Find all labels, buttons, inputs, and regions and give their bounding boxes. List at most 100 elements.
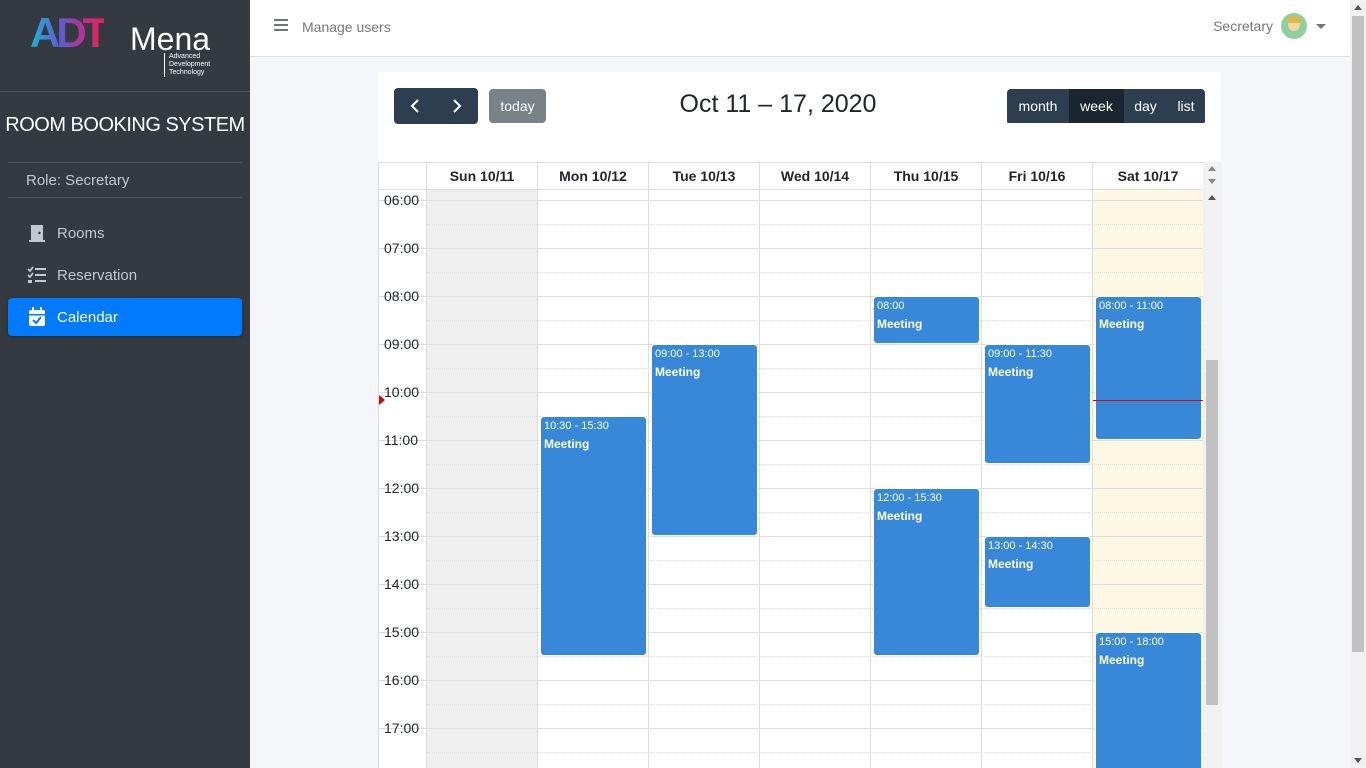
time-label: 11:00 [384, 432, 418, 448]
time-label: 15:00 [384, 624, 420, 640]
hour-line [379, 200, 1203, 201]
day-header[interactable]: Sat 10/17 [1093, 162, 1204, 190]
day-column[interactable] [871, 190, 982, 768]
header-scroll-down-icon [1208, 179, 1216, 184]
event-title: Meeting [988, 365, 1034, 379]
time-label: 09:00 [384, 336, 420, 352]
hour-line [379, 488, 1203, 489]
time-grid-body[interactable]: 06:00 07:00 08:00 09:00 10:00 11:00 12:00 13:00… [379, 190, 1203, 768]
sidebar-item-label: Calendar [57, 308, 118, 326]
event-time: 15:00 - 18:00 [1099, 636, 1164, 648]
calendar-toolbar: today Oct 11 – 17, 2020 month week day l… [378, 72, 1221, 162]
time-label: 10:00 [384, 384, 420, 400]
user-menu[interactable]: Secretary [1213, 13, 1326, 39]
half-hour-line [427, 320, 1203, 321]
today-button[interactable]: today [489, 89, 546, 123]
prev-next-group [394, 88, 478, 124]
hamburger-icon[interactable] [274, 19, 288, 33]
day-column[interactable] [982, 190, 1093, 768]
calendar-event[interactable]: 08:00 Meeting [874, 297, 979, 343]
adt-mena-logo[interactable]: ADT Mena Advanced Development Technology [30, 12, 230, 78]
day-header[interactable]: Fri 10/16 [982, 162, 1093, 190]
week-grid: Sun 10/11 Mon 10/12 Tue 10/13 Wed 10/14 Thu … [378, 162, 1222, 768]
event-title: Meeting [988, 557, 1034, 571]
now-indicator-arrow [379, 395, 385, 405]
time-label: 17:00 [384, 720, 420, 736]
event-time: 10:30 - 15:30 [544, 420, 609, 432]
logo-adt-text: ADT [30, 9, 108, 56]
day-header[interactable]: Mon 10/12 [538, 162, 649, 190]
chevron-down-icon [1316, 23, 1326, 29]
day-column[interactable] [427, 190, 538, 768]
user-name: Secretary [1213, 18, 1273, 34]
time-label: 07:00 [384, 240, 420, 256]
page-scroll-thumb[interactable] [1352, 16, 1364, 652]
event-title: Meeting [1099, 653, 1145, 667]
calendar-event[interactable]: 10:30 - 15:30 Meeting [541, 417, 646, 655]
sidebar-item-reservation[interactable]: Reservation [8, 256, 242, 294]
hour-line [379, 632, 1203, 633]
event-time: 13:00 - 14:30 [988, 540, 1053, 552]
calendar-event[interactable]: 13:00 - 14:30 Meeting [985, 537, 1090, 607]
day-header[interactable]: Wed 10/14 [760, 162, 871, 190]
day-header[interactable]: Sun 10/11 [427, 162, 538, 190]
time-label: 14:00 [384, 576, 420, 592]
calendar-scroll-thumb[interactable] [1206, 360, 1218, 705]
prev-week-button[interactable] [394, 88, 436, 124]
manage-users-link[interactable]: Manage users [302, 19, 391, 35]
calendar-event[interactable]: 15:00 - 18:00 Meeting [1096, 633, 1201, 768]
calendar-scrollbar[interactable] [1203, 162, 1222, 768]
view-week-button[interactable]: week [1069, 89, 1124, 123]
day-header[interactable]: Tue 10/13 [649, 162, 760, 190]
event-time: 12:00 - 15:30 [877, 492, 942, 504]
calendar-card: today Oct 11 – 17, 2020 month week day l… [378, 72, 1222, 768]
tasks-list-icon [26, 265, 48, 285]
half-hour-line [427, 656, 1203, 657]
time-label: 06:00 [384, 192, 420, 208]
event-title: Meeting [877, 509, 923, 523]
view-switcher: month week day list [1007, 89, 1205, 125]
half-hour-line [427, 704, 1203, 705]
chevron-right-icon [453, 99, 462, 113]
page-scrollbar[interactable] [1350, 0, 1366, 768]
view-month-button[interactable]: month [1007, 89, 1069, 123]
event-time: 08:00 [877, 300, 905, 312]
now-indicator-line [1093, 400, 1203, 401]
day-column[interactable] [760, 190, 871, 768]
chevron-left-icon [410, 99, 419, 113]
view-list-button[interactable]: list [1167, 89, 1205, 123]
day-header[interactable]: Thu 10/15 [871, 162, 982, 190]
sidebar-item-label: Rooms [57, 224, 105, 242]
scroll-up-icon[interactable] [1208, 195, 1216, 200]
date-range-title: Oct 11 – 17, 2020 [679, 90, 877, 118]
scroll-down-icon[interactable] [1354, 758, 1362, 763]
event-title: Meeting [655, 365, 701, 379]
calendar-event[interactable]: 12:00 - 15:30 Meeting [874, 489, 979, 655]
sidebar-item-label: Reservation [57, 266, 138, 284]
sidebar-item-calendar[interactable]: Calendar [8, 298, 242, 336]
next-week-button[interactable] [436, 88, 478, 124]
calendar-event[interactable]: 09:00 - 13:00 Meeting [652, 345, 757, 535]
top-navbar: Manage users Secretary [250, 0, 1350, 57]
role-label: Role: Secretary [8, 162, 242, 198]
scroll-up-icon[interactable] [1354, 5, 1362, 10]
time-label: 16:00 [384, 672, 420, 688]
event-title: Meeting [1099, 317, 1145, 331]
system-title: ROOM BOOKING SYSTEM [5, 114, 245, 136]
time-label: 13:00 [384, 528, 420, 544]
view-day-button[interactable]: day [1124, 89, 1167, 123]
sidebar-item-rooms[interactable]: Rooms [8, 214, 242, 252]
half-hour-line [427, 224, 1203, 225]
calendar-event[interactable]: 08:00 - 11:00 Meeting [1096, 297, 1201, 439]
half-hour-line [427, 752, 1203, 753]
logo-mena-text: Mena [130, 21, 211, 57]
time-label: 12:00 [384, 480, 420, 496]
brand: ADT Mena Advanced Development Technology [0, 0, 250, 92]
event-title: Meeting [877, 317, 923, 331]
sidebar-nav: Rooms Reservation Calendar [8, 214, 242, 340]
event-time: 08:00 - 11:00 [1099, 300, 1164, 312]
hour-line [379, 680, 1203, 681]
calendar-event[interactable]: 09:00 - 11:30 Meeting [985, 345, 1090, 463]
logo-tagline: Advanced Development Technology [164, 53, 234, 77]
half-hour-line [427, 272, 1203, 273]
